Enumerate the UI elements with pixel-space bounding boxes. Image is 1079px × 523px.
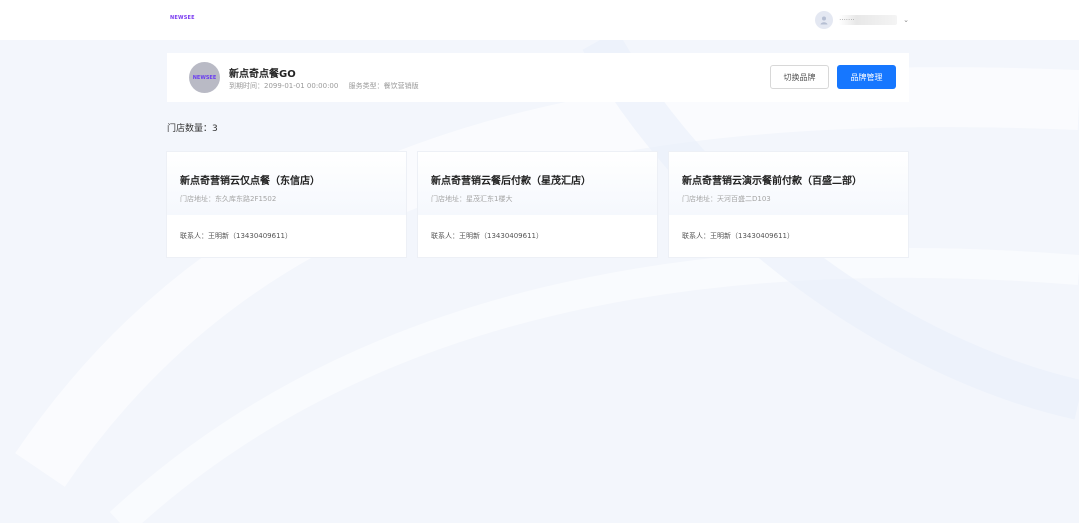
store-card[interactable]: 新点奇营销云餐后付款（星茂汇店） 门店地址：星茂汇东1楼大 联系人：王明新（13… [418,152,657,257]
store-address: 门店地址：天河百盛二D103 [682,195,771,203]
expire-value: 2099-01-01 00:00:00 [264,82,339,90]
user-icon [820,16,828,25]
store-contact: 联系人：王明新（13430409611） [682,232,794,240]
top-bar: NEWSEE ······· ⌄ [0,0,1079,40]
store-address: 门店地址：东久库东路2F1502 [180,195,277,203]
brand-name: 新点奇点餐GO [229,69,296,80]
store-title: 新点奇营销云餐后付款（星茂汇店） [431,176,591,187]
store-card-header: 新点奇营销云仅点餐（东信店） 门店地址：东久库东路2F1502 [167,152,406,215]
store-card-header: 新点奇营销云餐后付款（星茂汇店） 门店地址：星茂汇东1楼大 [418,152,657,215]
service-value: 餐饮营销版 [383,82,419,90]
store-card-header: 新点奇营销云演示餐前付款（百盛二部） 门店地址：天河百盛二D103 [669,152,908,215]
service-info: 服务类型：餐饮营销版 [349,82,419,90]
brand-meta: 到期时间：2099-01-01 00:00:00 服务类型：餐饮营销版 [229,81,427,91]
store-title: 新点奇营销云演示餐前付款（百盛二部） [682,176,862,187]
expire-label: 到期时间： [229,82,264,90]
chevron-down-icon[interactable]: ⌄ [903,16,909,24]
background-decoration [15,40,1079,523]
switch-brand-button[interactable]: 切换品牌 [770,65,829,89]
app-logo[interactable]: NEWSEE [170,15,195,21]
brand-info-card: NEWSEE 新点奇点餐GO 到期时间：2099-01-01 00:00:00 … [167,53,909,102]
user-menu[interactable]: ······· ⌄ [815,10,909,30]
user-avatar[interactable] [815,11,834,29]
store-card[interactable]: 新点奇营销云仅点餐（东信店） 门店地址：东久库东路2F1502 联系人：王明新（… [167,152,406,257]
store-count: 门店数量：3 [167,124,218,134]
store-card[interactable]: 新点奇营销云演示餐前付款（百盛二部） 门店地址：天河百盛二D103 联系人：王明… [669,152,908,257]
service-label: 服务类型： [348,82,384,90]
store-title: 新点奇营销云仅点餐（东信店） [180,176,320,187]
user-name[interactable]: ······· [839,15,898,25]
brand-manage-button[interactable]: 品牌管理 [837,65,896,89]
brand-logo: NEWSEE [189,62,220,93]
store-address: 门店地址：星茂汇东1楼大 [431,195,513,203]
store-contact: 联系人：王明新（13430409611） [431,232,543,240]
expire-info: 到期时间：2099-01-01 00:00:00 [229,82,338,90]
store-contact: 联系人：王明新（13430409611） [180,232,292,240]
